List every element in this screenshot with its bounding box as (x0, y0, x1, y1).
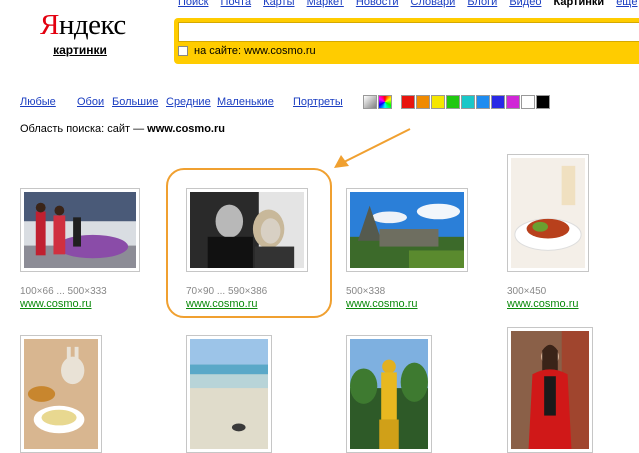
service-blogs[interactable]: Блоги (467, 0, 497, 8)
color-swatch[interactable] (446, 95, 460, 109)
site-checkbox[interactable] (178, 46, 188, 56)
color-swatch[interactable] (536, 95, 550, 109)
beach-image (190, 339, 268, 449)
result-thumb-3[interactable] (346, 188, 468, 272)
logo-subtitle[interactable]: картинки (40, 43, 120, 57)
filter-medium[interactable]: Средние (166, 96, 211, 108)
result-source-4[interactable]: www.cosmo.ru (507, 298, 579, 310)
temple-landscape-image (350, 192, 464, 268)
site-checkbox-label: на сайте: www.cosmo.ru (194, 45, 316, 57)
result-source-1[interactable]: www.cosmo.ru (20, 298, 92, 310)
annotation-arrow-icon (334, 128, 411, 168)
search-input[interactable] (178, 22, 639, 42)
result-meta-4: 300×450 (507, 286, 547, 297)
food-plate-image (511, 158, 585, 268)
result-thumb-6[interactable] (186, 335, 272, 453)
result-thumb-4[interactable] (507, 154, 589, 272)
service-news[interactable]: Новости (356, 0, 399, 8)
woman-red-coat-image (511, 331, 589, 449)
service-maps[interactable]: Карты (263, 0, 294, 8)
result-thumb-7[interactable] (346, 335, 432, 453)
color-swatch[interactable] (491, 95, 505, 109)
golden-buddha-image (350, 339, 428, 449)
color-swatch[interactable] (521, 95, 535, 109)
result-thumb-8[interactable] (507, 327, 593, 453)
service-more[interactable]: ещё ▼ (616, 0, 639, 8)
result-meta-1: 100×66 ... 500×333 (20, 286, 107, 297)
event-photo-image (24, 192, 136, 268)
service-video[interactable]: Видео (509, 0, 541, 8)
service-images-current: Картинки (553, 0, 605, 8)
search-area-site: www.cosmo.ru (147, 123, 225, 135)
service-search[interactable]: Поиск (178, 0, 208, 8)
result-meta-2: 70×90 ... 590×386 (186, 286, 268, 297)
search-area-label: Область поиска: сайт — (20, 123, 148, 135)
yandex-logo[interactable]: Яндекс картинки (40, 10, 126, 57)
service-mail[interactable]: Почта (221, 0, 252, 8)
filter-wallpapers[interactable]: Обои (77, 96, 104, 108)
filter-portraits[interactable]: Портреты (293, 96, 343, 108)
color-filter (363, 95, 551, 109)
color-swatch[interactable] (363, 95, 377, 109)
site-filter[interactable]: на сайте: www.cosmo.ru (178, 45, 316, 57)
color-swatch[interactable] (461, 95, 475, 109)
result-thumb-5[interactable] (20, 335, 102, 453)
result-meta-3: 500×338 (346, 286, 386, 297)
color-swatch[interactable] (476, 95, 490, 109)
search-panel: на сайте: www.cosmo.ru (174, 18, 639, 64)
service-market[interactable]: Маркет (307, 0, 344, 8)
filter-any[interactable]: Любые (20, 96, 56, 108)
filter-small[interactable]: Маленькие (217, 96, 274, 108)
result-thumb-1[interactable] (20, 188, 140, 272)
result-thumb-2[interactable] (186, 188, 308, 272)
color-swatch[interactable] (416, 95, 430, 109)
services-bar: Поиск Почта Карты Маркет Новости Словари… (178, 0, 639, 8)
filter-large[interactable]: Большие (112, 96, 158, 108)
color-swatch[interactable] (431, 95, 445, 109)
logo-wordmark[interactable]: Яндекс (40, 10, 126, 40)
service-dictionaries[interactable]: Словари (411, 0, 456, 8)
color-swatch[interactable] (506, 95, 520, 109)
bunny-food-image (24, 339, 98, 449)
result-source-2[interactable]: www.cosmo.ru (186, 298, 258, 310)
result-source-3[interactable]: www.cosmo.ru (346, 298, 418, 310)
bw-couple-image (190, 192, 304, 268)
color-swatch[interactable] (378, 95, 392, 109)
search-area: Область поиска: сайт — www.cosmo.ru (20, 123, 225, 135)
color-swatch[interactable] (401, 95, 415, 109)
